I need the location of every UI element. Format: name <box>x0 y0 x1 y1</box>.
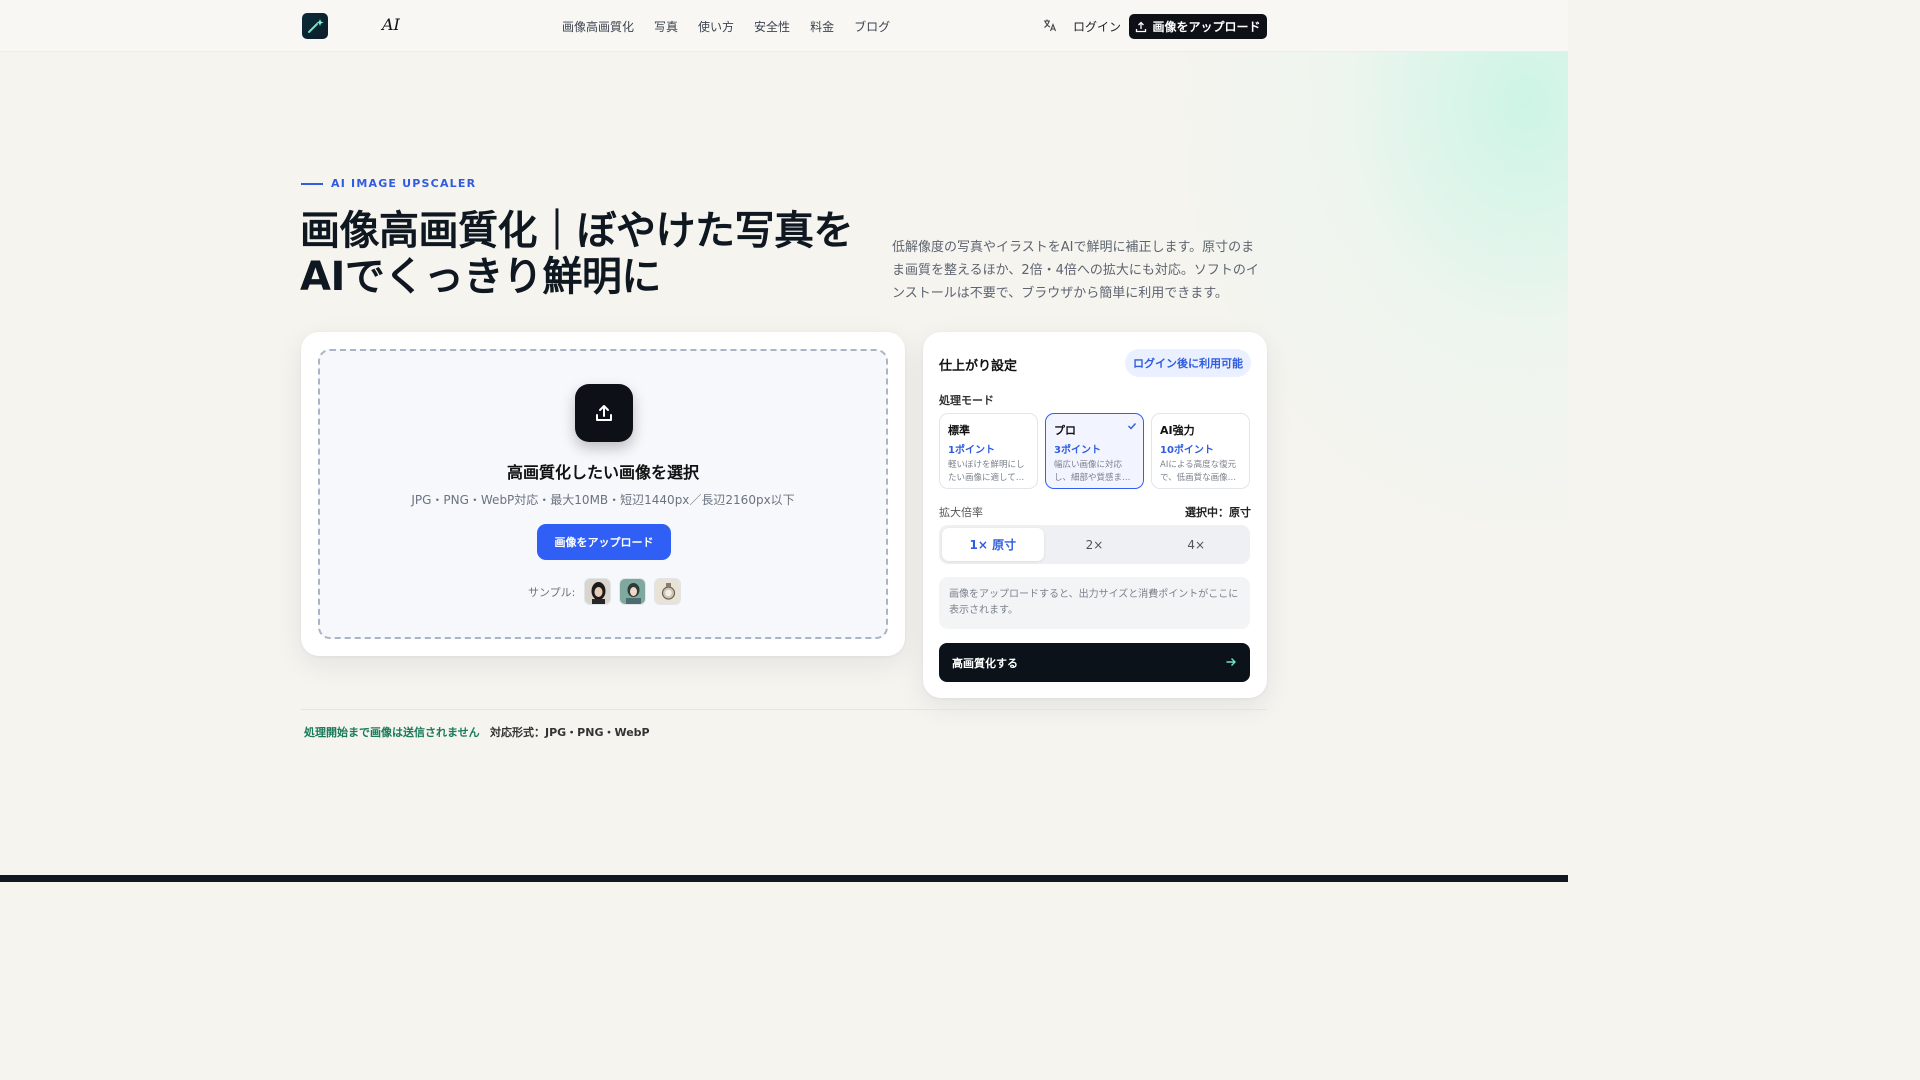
mode-option-pro[interactable]: プロ 3ポイント 幅広い画像に対応し、細部や質感ま… <box>1045 413 1144 489</box>
sample-thumbnail-product[interactable] <box>654 578 682 605</box>
hero-description: 低解像度の写真やイラストをAIで鮮明に補正します。原寸のまま画質を整えるほか、2… <box>892 240 1259 301</box>
sample-images: サンプル: <box>528 578 682 605</box>
mode-options: 標準 1ポイント 軽いぼけを鮮明にしたい画像に適して… プロ 3ポイント 幅広い… <box>939 413 1250 489</box>
main-nav: 画像高画質化 写真 使い方 安全性 料金 ブログ <box>562 18 890 35</box>
login-link[interactable]: ログイン <box>1073 18 1121 35</box>
output-info-box: 画像をアップロードすると、出力サイズと消費ポイントがここに表示されます。 <box>939 577 1250 629</box>
nav-item-blog[interactable]: ブログ <box>854 18 890 35</box>
supported-formats-note: 対応形式：JPG・PNG・WebP <box>490 726 650 739</box>
settings-title: 仕上がり設定 <box>939 359 1018 374</box>
sample-thumbnail-portrait[interactable] <box>584 578 612 605</box>
scale-label: 拡大倍率 <box>939 506 983 519</box>
scale-selector: 1× 原寸 2× 4× <box>939 525 1250 564</box>
brand-name[interactable]: AI <box>382 15 400 34</box>
top-navigation-bar: AI 画像高画質化 写真 使い方 安全性 料金 ブログ ログイン 画像をアップロ… <box>0 0 1568 52</box>
mode-description: 幅広い画像に対応し、細部や質感ま… <box>1054 460 1131 483</box>
arrow-right-icon <box>1226 658 1236 666</box>
scale-option-2x[interactable]: 2× <box>1044 528 1146 561</box>
mode-name: AI強力 <box>1160 424 1195 437</box>
samples-label: サンプル: <box>528 585 576 599</box>
nav-item-photo[interactable]: 写真 <box>654 18 678 35</box>
mode-description: AIによる高度な復元で、低画質な画像… <box>1160 460 1237 483</box>
eyebrow: AI IMAGE UPSCALER <box>301 177 476 190</box>
mode-points: 1ポイント <box>948 445 995 456</box>
scale-option-1x[interactable]: 1× 原寸 <box>942 528 1044 561</box>
mode-name: プロ <box>1054 424 1076 437</box>
translate-icon[interactable] <box>1043 18 1057 32</box>
mode-description: 軽いぼけを鮮明にしたい画像に適して… <box>948 460 1025 483</box>
upload-dropzone[interactable]: 高画質化したい画像を選択 JPG・PNG・WebP対応・最大10MB・短辺144… <box>318 349 888 639</box>
privacy-note: 処理開始まで画像は送信されません <box>304 726 480 739</box>
footer-bar <box>0 875 1568 882</box>
scale-selected-text: 選択中：原寸 <box>1185 506 1251 519</box>
upload-icon <box>1136 21 1147 32</box>
logo-icon[interactable] <box>302 13 328 39</box>
header-upload-button[interactable]: 画像をアップロード <box>1129 14 1267 39</box>
upload-requirements: JPG・PNG・WebP対応・最大10MB・短辺1440px／長辺2160px以… <box>411 493 795 507</box>
scale-option-4x[interactable]: 4× <box>1145 528 1247 561</box>
upload-title: 高画質化したい画像を選択 <box>506 463 699 482</box>
page-title: 画像高画質化｜ぼやけた写真をAIでくっきり鮮明に <box>300 208 854 300</box>
mode-points: 3ポイント <box>1054 445 1101 456</box>
eyebrow-text: AI IMAGE UPSCALER <box>331 177 477 190</box>
check-icon <box>1128 423 1137 430</box>
divider <box>301 709 1267 710</box>
login-required-badge: ログイン後に利用可能 <box>1125 349 1251 377</box>
header-upload-label: 画像をアップロード <box>1152 20 1261 34</box>
nav-item-how-to[interactable]: 使い方 <box>698 18 734 35</box>
upload-button[interactable]: 画像をアップロード <box>537 524 671 560</box>
nav-item-pricing[interactable]: 料金 <box>810 18 834 35</box>
mode-option-standard[interactable]: 標準 1ポイント 軽いぼけを鮮明にしたい画像に適して… <box>939 413 1038 489</box>
settings-panel: 仕上がり設定 ログイン後に利用可能 処理モード 標準 1ポイント 軽いぼけを鮮明… <box>923 332 1267 698</box>
mode-name: 標準 <box>948 424 970 437</box>
upscale-submit-button[interactable]: 高画質化する <box>939 643 1250 682</box>
upload-icon <box>575 384 633 442</box>
submit-label: 高画質化する <box>952 656 1018 670</box>
mode-label: 処理モード <box>939 394 994 407</box>
upload-card: 高画質化したい画像を選択 JPG・PNG・WebP対応・最大10MB・短辺144… <box>301 332 905 656</box>
sample-thumbnail-illustration[interactable] <box>619 578 647 605</box>
eyebrow-line <box>301 182 323 185</box>
nav-item-upscale[interactable]: 画像高画質化 <box>562 18 634 35</box>
mode-points: 10ポイント <box>1160 445 1214 456</box>
nav-item-safety[interactable]: 安全性 <box>754 18 790 35</box>
mode-option-ai-strong[interactable]: AI強力 10ポイント AIによる高度な復元で、低画質な画像… <box>1151 413 1250 489</box>
